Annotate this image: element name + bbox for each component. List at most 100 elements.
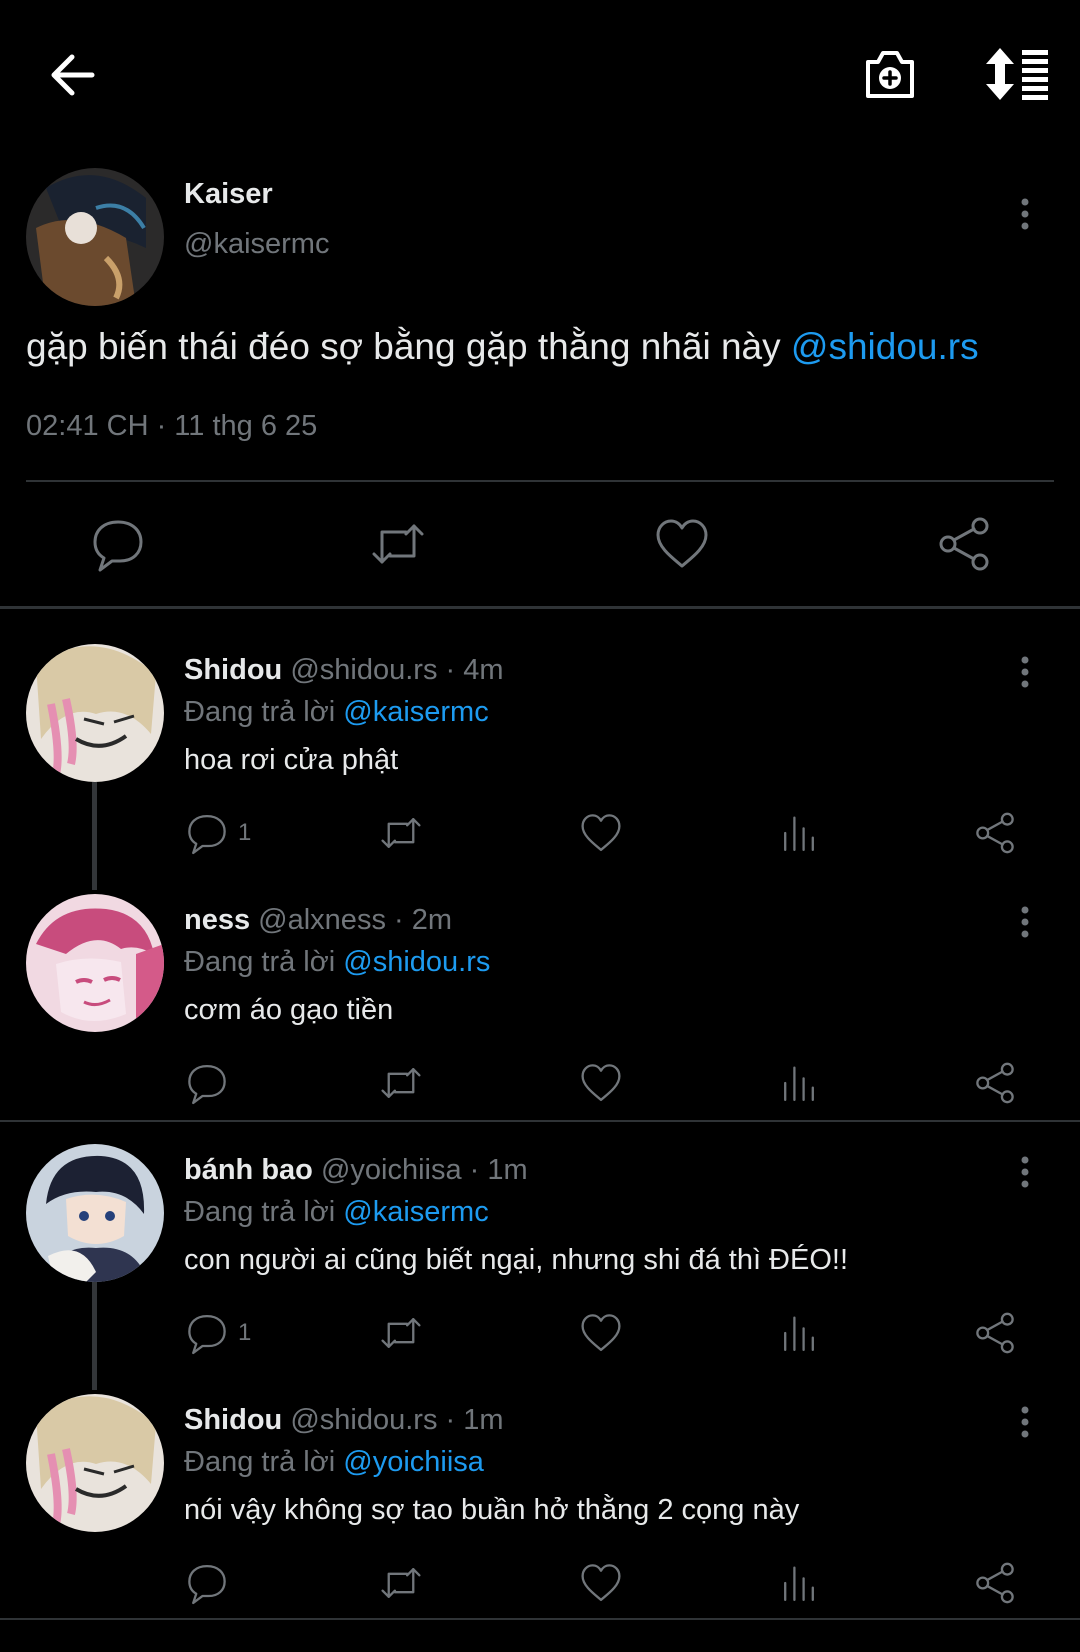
views-button[interactable] — [776, 1560, 822, 1606]
reply-header: Shidou @shidou.rs · 4m — [184, 654, 504, 687]
section-divider — [0, 606, 1080, 609]
heart-icon — [578, 810, 624, 856]
share-icon — [934, 514, 994, 574]
more-options-button[interactable] — [1010, 196, 1040, 236]
replying-to-link[interactable]: @kaisermc — [343, 1196, 488, 1228]
more-vertical-icon — [1010, 1154, 1040, 1194]
replying-label: Đang trả lời — [184, 946, 344, 978]
reply-button[interactable]: 1 — [184, 810, 251, 856]
reply-actions: 1 — [0, 810, 1080, 858]
reply-button[interactable] — [184, 1060, 238, 1106]
replying-to: Đang trả lời @kaisermc — [184, 1196, 489, 1229]
divider — [0, 1120, 1080, 1122]
reply-header: bánh bao @yoichiisa · 1m — [184, 1154, 528, 1187]
share-icon — [972, 1560, 1018, 1606]
sort-button[interactable] — [984, 46, 1050, 102]
reply-meta: @yoichiisa · 1m — [320, 1154, 528, 1186]
top-bar — [0, 0, 1080, 150]
retweet-button[interactable] — [378, 1560, 424, 1606]
avatar-banh-bao[interactable] — [26, 1144, 164, 1282]
replying-label: Đang trả lời — [184, 1446, 344, 1478]
views-button[interactable] — [776, 1310, 822, 1356]
camera-button[interactable] — [862, 44, 918, 104]
retweet-icon — [378, 1060, 424, 1106]
views-button[interactable] — [776, 1060, 822, 1106]
reply-text: nói vậy không sợ tao buần hở thằng 2 cọn… — [184, 1494, 800, 1526]
share-button[interactable] — [972, 810, 1018, 856]
reply-text: cơm áo gạo tiền — [184, 994, 394, 1026]
comment-icon — [184, 1310, 230, 1356]
reply-actions — [0, 1560, 1080, 1608]
avatar-ness[interactable] — [26, 894, 164, 1032]
bar-chart-icon — [776, 1310, 822, 1356]
heart-icon — [578, 1560, 624, 1606]
more-options-button[interactable] — [1010, 1154, 1040, 1194]
more-vertical-icon — [1010, 196, 1040, 236]
reply-text: con người ai cũng biết ngại, nhưng shi đ… — [184, 1244, 849, 1276]
share-button[interactable] — [972, 1060, 1018, 1106]
like-button[interactable] — [578, 810, 624, 856]
comment-icon — [184, 1560, 230, 1606]
reply-author-name[interactable]: Shidou — [184, 654, 282, 686]
bar-chart-icon — [776, 1560, 822, 1606]
more-vertical-icon — [1010, 654, 1040, 694]
comment-icon — [184, 810, 230, 856]
divider — [26, 480, 1054, 482]
heart-icon — [652, 514, 712, 574]
retweet-icon — [378, 1560, 424, 1606]
like-button[interactable] — [578, 1310, 624, 1356]
retweet-icon — [378, 810, 424, 856]
retweet-button[interactable] — [378, 810, 424, 856]
reply-author-name[interactable]: ness — [184, 904, 250, 936]
retweet-button[interactable] — [378, 1060, 424, 1106]
reply-meta: @shidou.rs · 1m — [290, 1404, 504, 1436]
more-options-button[interactable] — [1010, 654, 1040, 694]
sort-list-icon — [984, 46, 1050, 102]
camera-add-icon — [862, 44, 918, 104]
reply-button[interactable] — [88, 514, 148, 574]
more-options-button[interactable] — [1010, 1404, 1040, 1444]
arrow-left-icon — [46, 48, 100, 102]
replying-to: Đang trả lời @yoichiisa — [184, 1446, 484, 1479]
reply-button[interactable] — [184, 1560, 238, 1606]
replying-to-link[interactable]: @kaisermc — [343, 696, 488, 728]
author-handle[interactable]: @kaisermc — [184, 228, 329, 261]
bar-chart-icon — [776, 1060, 822, 1106]
share-button[interactable] — [972, 1560, 1018, 1606]
replying-to-link[interactable]: @shidou.rs — [343, 946, 490, 978]
reply-button[interactable]: 1 — [184, 1310, 251, 1356]
like-button[interactable] — [578, 1560, 624, 1606]
reply-meta: @shidou.rs · 4m — [290, 654, 504, 686]
avatar-shidou[interactable] — [26, 644, 164, 782]
retweet-button[interactable] — [368, 514, 428, 574]
comment-icon — [184, 1060, 230, 1106]
replying-label: Đang trả lời — [184, 1196, 344, 1228]
replying-label: Đang trả lời — [184, 696, 344, 728]
more-options-button[interactable] — [1010, 904, 1040, 944]
reply-author-name[interactable]: Shidou — [184, 1404, 282, 1436]
reply-meta: @alxness · 2m — [258, 904, 452, 936]
author-name[interactable]: Kaiser — [184, 178, 273, 211]
replying-to-link[interactable]: @yoichiisa — [343, 1446, 484, 1478]
like-button[interactable] — [578, 1060, 624, 1106]
views-button[interactable] — [776, 810, 822, 856]
reply-text: hoa rơi cửa phật — [184, 744, 399, 776]
heart-icon — [578, 1310, 624, 1356]
share-button[interactable] — [934, 514, 994, 574]
reply-actions — [0, 1060, 1080, 1108]
tweet-timestamp: 02:41 CH · 11 thg 6 25 — [26, 410, 318, 442]
avatar-shidou[interactable] — [26, 1394, 164, 1532]
share-button[interactable] — [972, 1310, 1018, 1356]
retweet-icon — [368, 514, 428, 574]
reply-author-name[interactable]: bánh bao — [184, 1154, 313, 1186]
back-button[interactable] — [46, 48, 100, 102]
retweet-button[interactable] — [378, 1310, 424, 1356]
reply-header: Shidou @shidou.rs · 1m — [184, 1404, 504, 1437]
share-icon — [972, 1060, 1018, 1106]
reply-actions: 1 — [0, 1310, 1080, 1358]
like-button[interactable] — [652, 514, 712, 574]
avatar-kaiser[interactable] — [26, 168, 164, 306]
comment-icon — [88, 514, 148, 574]
divider — [0, 1618, 1080, 1620]
tweet-mention-link[interactable]: @shidou.rs — [791, 326, 979, 367]
